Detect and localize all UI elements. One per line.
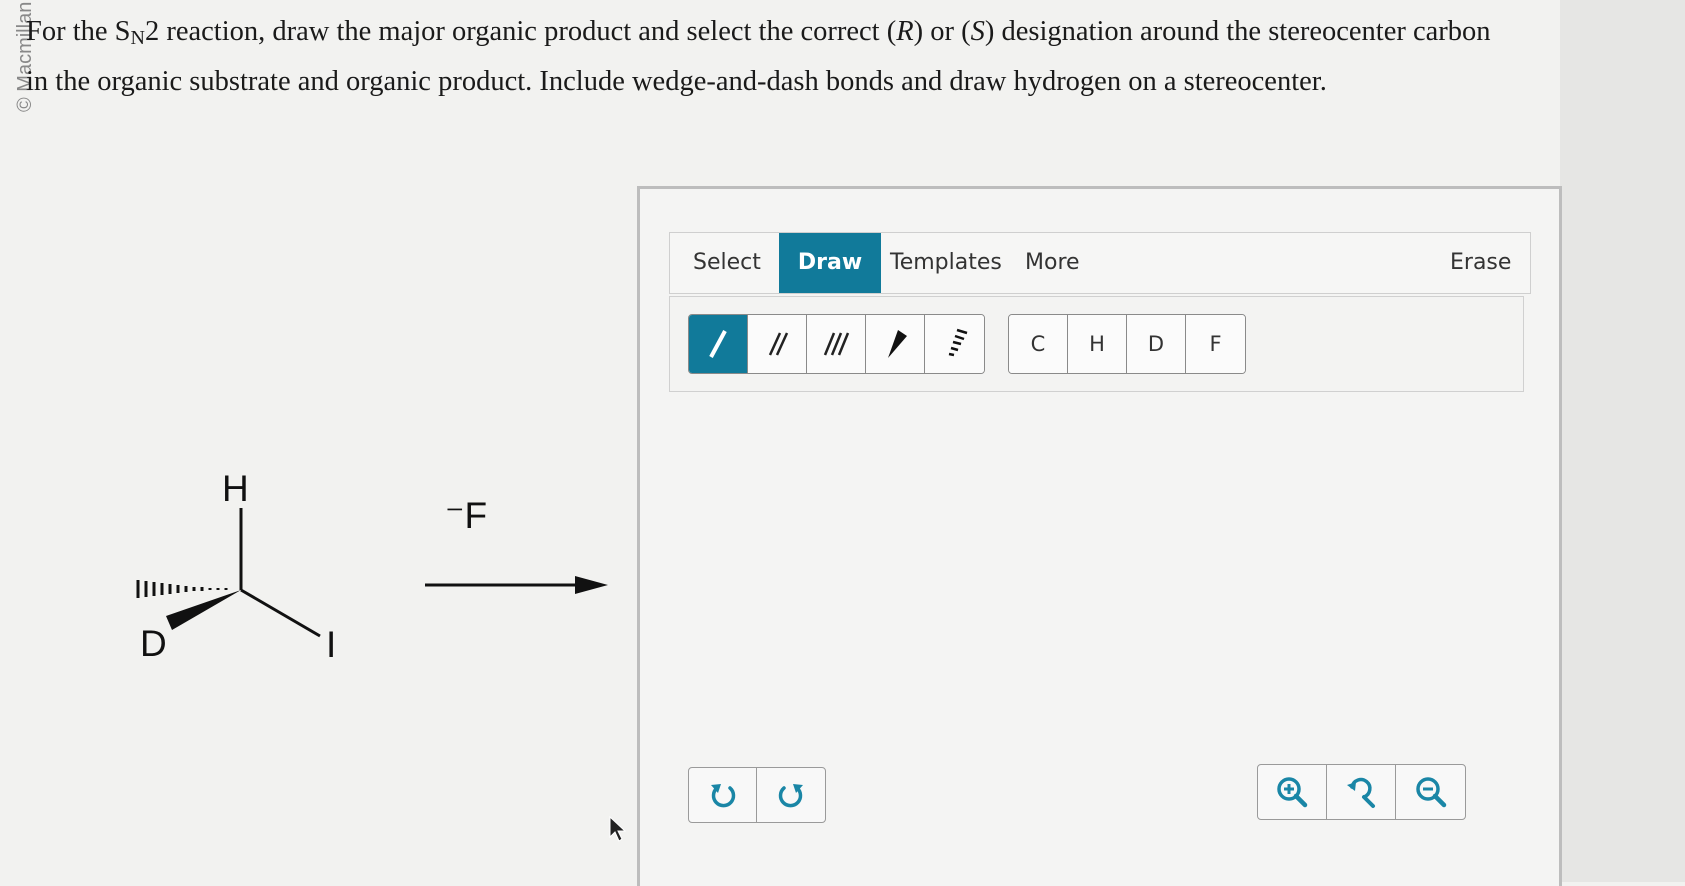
atom-button-c[interactable]: C	[1009, 315, 1068, 373]
atom-button-f[interactable]: F	[1186, 315, 1245, 373]
zoom-in-icon	[1277, 777, 1308, 808]
question-r: R	[896, 16, 914, 47]
zoom-in-button[interactable]	[1258, 765, 1327, 819]
background-shade	[1560, 0, 1685, 882]
reset-zoom-icon	[1347, 777, 1375, 808]
menu-erase[interactable]: Erase	[1450, 233, 1511, 293]
tool-panel: C H D F	[669, 296, 1524, 392]
triple-bond-icon	[823, 332, 850, 356]
undo-button[interactable]	[689, 768, 757, 822]
menu-more[interactable]: More	[1025, 233, 1080, 293]
atom-label-h: H	[222, 468, 249, 509]
single-bond-icon	[709, 330, 727, 358]
menu-templates[interactable]: Templates	[890, 233, 1002, 293]
wedge-bond-c-d	[166, 590, 241, 630]
question-part: ) or (	[913, 16, 971, 47]
atom-label-i: I	[326, 624, 337, 665]
atom-button-h[interactable]: H	[1068, 315, 1127, 373]
question-s: S	[970, 16, 985, 47]
reagent-fluoride: ⁻F	[445, 495, 488, 536]
double-bond-button[interactable]	[748, 315, 807, 373]
double-bond-icon	[768, 332, 789, 356]
dash-bond-c-back	[136, 580, 228, 598]
reset-zoom-button[interactable]	[1327, 765, 1396, 819]
menu-select[interactable]: Select	[693, 233, 761, 293]
redo-button[interactable]	[757, 768, 825, 822]
single-bond-button[interactable]	[689, 315, 748, 373]
zoom-out-button[interactable]	[1396, 765, 1465, 819]
wedge-bond-button[interactable]	[866, 315, 925, 373]
mouse-cursor-icon	[609, 815, 627, 842]
wedge-bond-icon	[888, 330, 907, 358]
undo-icon	[710, 784, 735, 808]
bond-tool-group	[688, 314, 985, 374]
atom-tool-group: C H D F	[1008, 314, 1246, 374]
atom-button-d[interactable]: D	[1127, 315, 1186, 373]
redo-icon	[778, 784, 803, 808]
editor-menubar: Select Draw Templates More Erase	[669, 232, 1531, 294]
dash-bond-icon	[948, 328, 967, 357]
zoom-controls	[1257, 764, 1466, 820]
atom-label-d: D	[140, 623, 167, 664]
triple-bond-button[interactable]	[807, 315, 866, 373]
dash-bond-button[interactable]	[925, 315, 984, 373]
bond-c-i	[240, 588, 321, 638]
history-controls	[688, 767, 826, 823]
substrate-structure	[136, 508, 608, 638]
zoom-out-icon	[1415, 777, 1446, 808]
reaction-arrow-head	[575, 576, 608, 594]
menu-draw[interactable]: Draw	[779, 233, 881, 293]
